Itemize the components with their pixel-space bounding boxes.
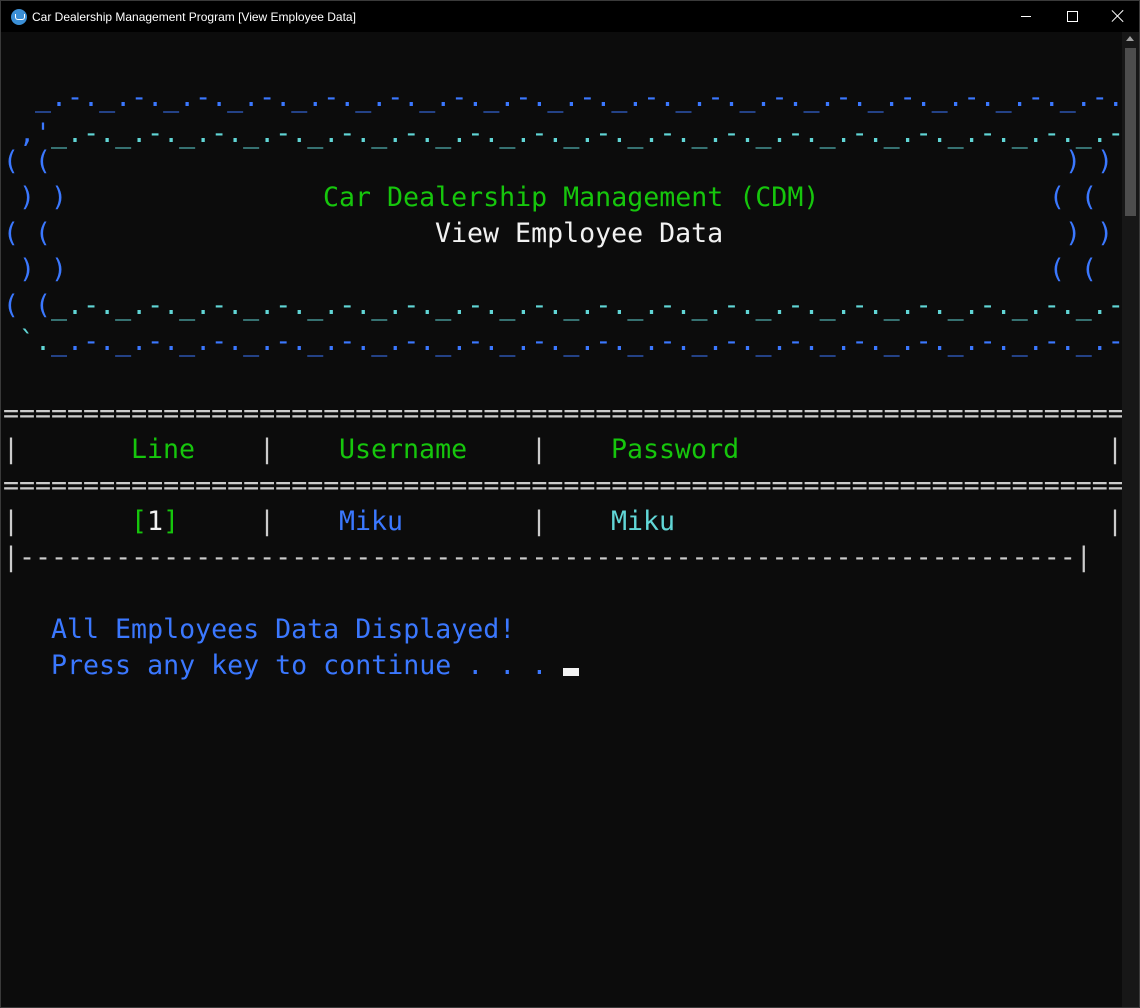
maximize-icon xyxy=(1067,11,1078,22)
table-header-rule: ========================================… xyxy=(3,470,1122,501)
text-cursor xyxy=(563,668,580,676)
continue-prompt: Press any key to continue . . . xyxy=(51,648,580,684)
table-divider: | xyxy=(259,434,276,465)
maximize-button[interactable] xyxy=(1049,1,1095,32)
banner-left-paren: ) ) xyxy=(3,254,68,285)
minimize-icon xyxy=(1021,16,1031,17)
title-bar[interactable]: Car Dealership Management Program [View … xyxy=(1,1,1139,32)
banner-left-paren: ( ( xyxy=(3,146,52,177)
banner-inner-bottom: ( (_.-._.-._.-._.-._.-._.-._.-._.-._.-._… xyxy=(3,288,1122,324)
banner-wave: _.-._.-._.-._.-._.-._.-._.-._.-._.-._.-.… xyxy=(51,290,1122,321)
banner-subtitle: View Employee Data xyxy=(435,218,724,249)
banner-corner: `. xyxy=(3,326,52,357)
row-bracket: ] xyxy=(163,506,180,537)
close-icon xyxy=(1111,9,1125,23)
table-divider: | xyxy=(531,434,548,465)
banner-title: Car Dealership Management (CDM) xyxy=(323,182,820,213)
vertical-scrollbar[interactable] xyxy=(1122,32,1139,1007)
table-border: | xyxy=(1107,506,1122,537)
header-password: Password xyxy=(611,434,740,465)
table-border: | xyxy=(3,434,20,465)
table-bottom-rule: |---------------------------------------… xyxy=(3,542,1092,573)
banner-wave: _.-._.-._.-._.-._.-._.-._.-._.-._.-._.-.… xyxy=(51,326,1122,357)
minimize-button[interactable] xyxy=(1003,1,1049,32)
row-line-number: 1 xyxy=(147,506,164,537)
row-password: Miku xyxy=(611,506,676,537)
table-divider: | xyxy=(259,506,276,537)
console-window: Car Dealership Management Program [View … xyxy=(0,0,1140,1008)
banner-right-paren: ) ) xyxy=(1065,146,1114,177)
scroll-up-icon[interactable] xyxy=(1126,36,1134,41)
table-border: | xyxy=(1107,434,1122,465)
banner-inner-top: ,'_.-._.-._.-._.-._.-._.-._.-._.-._.-._.… xyxy=(3,116,1122,152)
banner-bottom-border: `._.-._.-._.-._.-._.-._.-._.-._.-._.-._.… xyxy=(3,324,1122,360)
table-row: [1] xyxy=(131,504,179,540)
banner-right-paren: ( ( xyxy=(1049,182,1098,213)
console-output[interactable]: _.-._.-._.-._.-._.-._.-._.-._.-._.-._.-.… xyxy=(3,32,1122,1007)
table-border: | xyxy=(3,506,20,537)
status-message: All Employees Data Displayed! xyxy=(51,614,516,645)
banner-right-paren: ) ) xyxy=(1065,218,1114,249)
row-username: Miku xyxy=(339,506,404,537)
close-button[interactable] xyxy=(1094,1,1140,32)
app-icon xyxy=(11,9,27,25)
table-divider: | xyxy=(531,506,548,537)
header-line: Line xyxy=(131,434,196,465)
banner-wave: _.-._.-._.-._.-._.-._.-._.-._.-._.-._.-.… xyxy=(51,118,1122,149)
banner-right-paren: ( ( xyxy=(1049,254,1098,285)
banner-left-paren: ( ( xyxy=(3,218,52,249)
banner-top-border: _.-._.-._.-._.-._.-._.-._.-._.-._.-._.-.… xyxy=(3,82,1122,113)
scroll-thumb[interactable] xyxy=(1125,48,1136,216)
header-username: Username xyxy=(339,434,468,465)
prompt-text: Press any key to continue . . . xyxy=(51,650,548,681)
window-title: Car Dealership Management Program [View … xyxy=(32,10,356,24)
table-top-rule: ========================================… xyxy=(3,398,1122,429)
banner-corner: ( ( xyxy=(3,290,52,321)
banner-left-paren: ) ) xyxy=(3,182,68,213)
row-bracket: [ xyxy=(131,506,148,537)
